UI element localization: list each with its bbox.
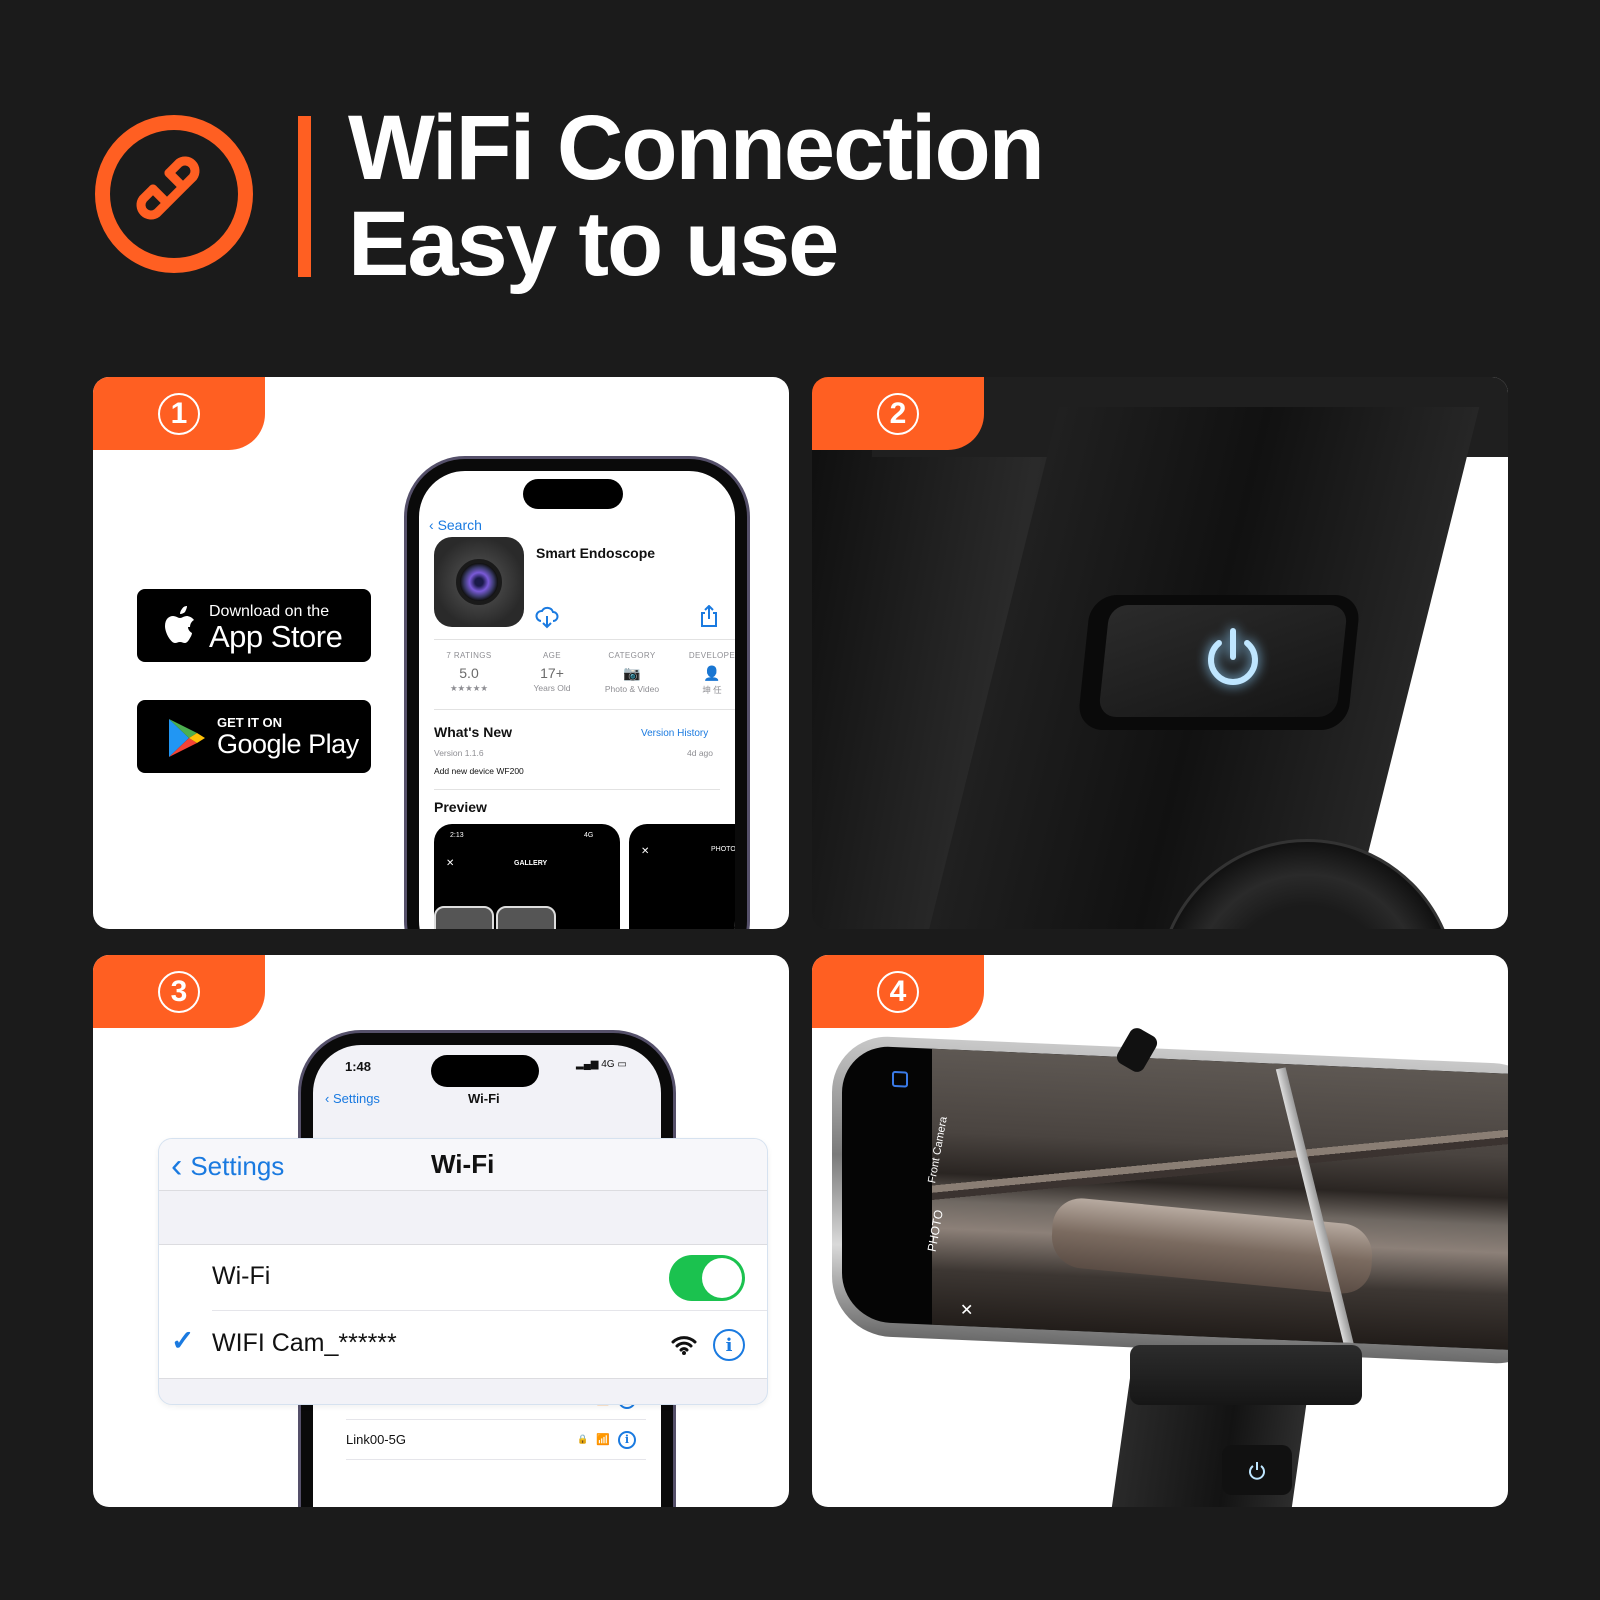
wifi-settings-card: ‹ Settings Wi-Fi Wi-Fi ✓ WIFI Cam_****** …: [158, 1138, 768, 1405]
step-number: 1: [158, 392, 200, 435]
gallery-thumb: [496, 906, 556, 929]
stat-age: AGE 17+ Years Old: [533, 651, 571, 693]
page-title: WiFi Connection Easy to use: [348, 97, 1045, 295]
status-time: 1:48: [345, 1059, 372, 1074]
camera-icon: 📷: [623, 665, 641, 681]
network-row[interactable]: Link00-5G 🔒 📶 i: [346, 1420, 646, 1460]
person-icon: 👤: [703, 665, 721, 681]
app-store-big: App Store: [209, 619, 343, 654]
step-number: 4: [877, 970, 919, 1013]
step-3-panel: 3 1:48 ▂▄▆ 4G ▭ ‹ Settings Wi-Fi Link00 …: [93, 955, 789, 1507]
step-number: 2: [877, 392, 919, 435]
stat-developer: DEVELOPE 👤 坤 任: [672, 651, 735, 696]
close-icon[interactable]: ✕: [960, 1300, 973, 1321]
link-icon: [136, 156, 200, 220]
power-icon: [1249, 1462, 1265, 1480]
whats-new-heading: What's New: [434, 724, 513, 740]
step-number: 3: [158, 970, 200, 1013]
camera-screen: Front Camera PHOTO ✕ Video: [842, 1044, 1508, 1354]
share-icon[interactable]: [699, 605, 719, 627]
step-badge: 2: [812, 377, 984, 450]
divider: [434, 639, 735, 640]
accent-divider: [298, 116, 311, 277]
release-note: Add new device WF200: [434, 766, 524, 776]
app-name: Smart Endoscope: [536, 545, 656, 561]
google-play-icon: [169, 719, 205, 757]
wifi-label: Wi-Fi: [212, 1262, 271, 1290]
title-line-1: WiFi Connection: [348, 97, 1045, 199]
step-4-panel: Front Camera PHOTO ✕ Video 4: [812, 955, 1508, 1507]
back-settings-link[interactable]: ‹ Settings: [171, 1147, 284, 1186]
nav-bar: ‹ Settings Wi-Fi: [159, 1139, 767, 1191]
title-line-2: Easy to use: [348, 193, 839, 295]
stat-ratings: 7 RATINGS 5.0 ★★★★★: [446, 651, 492, 693]
dynamic-island: [523, 479, 623, 509]
info-icon[interactable]: i: [618, 1430, 636, 1449]
phone-clamp: [1130, 1345, 1362, 1405]
close-icon: ✕: [641, 846, 650, 857]
app-store-button[interactable]: Download on the App Store: [137, 589, 371, 662]
step-1-panel: 1 Download on the App Store GET IT ON Go…: [93, 377, 789, 929]
power-icon: [1208, 628, 1258, 685]
connected-network-row[interactable]: ✓ WIFI Cam_****** i: [159, 1312, 767, 1378]
gallery-thumb: [434, 906, 494, 929]
phone-landscape: Front Camera PHOTO ✕ Video: [832, 1034, 1508, 1366]
network-name: WIFI Cam_******: [212, 1329, 397, 1357]
step-badge: 1: [93, 377, 265, 450]
dynamic-island: [431, 1055, 539, 1087]
info-icon[interactable]: i: [713, 1329, 745, 1361]
step-2-panel: 2: [812, 377, 1508, 929]
wifi-icon: 📶: [596, 1434, 610, 1446]
lock-icon: 🔒: [577, 1434, 589, 1444]
wifi-signal-icon: [671, 1336, 697, 1355]
release-age: 4d ago: [687, 748, 713, 758]
power-button: [1222, 1445, 1292, 1495]
app-icon: [434, 537, 524, 627]
google-play-big: Google Play: [217, 729, 359, 759]
gallery-icon[interactable]: [892, 1070, 908, 1088]
google-play-button[interactable]: GET IT ON Google Play: [137, 700, 371, 773]
chevron-left-icon: ‹: [171, 1147, 183, 1185]
apple-icon: [165, 606, 194, 643]
version-history-link[interactable]: Version History: [641, 728, 708, 739]
step-badge: 3: [93, 955, 265, 1028]
wifi-toggle[interactable]: [669, 1255, 745, 1301]
preview-heading: Preview: [434, 799, 487, 815]
google-play-small: GET IT ON: [217, 715, 282, 730]
engine-view: [932, 1048, 1508, 1351]
link-icon-badge: [95, 115, 253, 273]
step-badge: 4: [812, 955, 984, 1028]
stat-category: CATEGORY 📷 Photo & Video: [592, 651, 672, 694]
status-bar: ▂▄▆ 4G ▭: [576, 1059, 627, 1070]
nav-title: Wi-Fi: [468, 1091, 500, 1106]
checkmark-icon: ✓: [171, 1325, 195, 1356]
divider: [434, 709, 735, 710]
app-store-phone: ‹ Search Smart Endoscope 7 RATINGS 5.0 ★…: [407, 459, 747, 929]
wifi-rows: Wi-Fi ✓ WIFI Cam_****** i: [159, 1244, 767, 1379]
back-search-link[interactable]: ‹ Search: [429, 517, 482, 533]
nav-title: Wi-Fi: [431, 1149, 495, 1179]
preview-screenshot[interactable]: 2:13 4G ✕ GALLERY: [434, 824, 620, 929]
close-icon: ✕: [446, 858, 455, 869]
back-settings-link[interactable]: ‹ Settings: [325, 1091, 380, 1106]
wifi-toggle-row: Wi-Fi: [212, 1245, 767, 1311]
version-label: Version 1.1.6: [434, 748, 484, 758]
preview-screenshot[interactable]: ✕ PHOTO: [629, 824, 735, 929]
cloud-download-icon[interactable]: [535, 605, 559, 629]
divider: [434, 789, 720, 790]
